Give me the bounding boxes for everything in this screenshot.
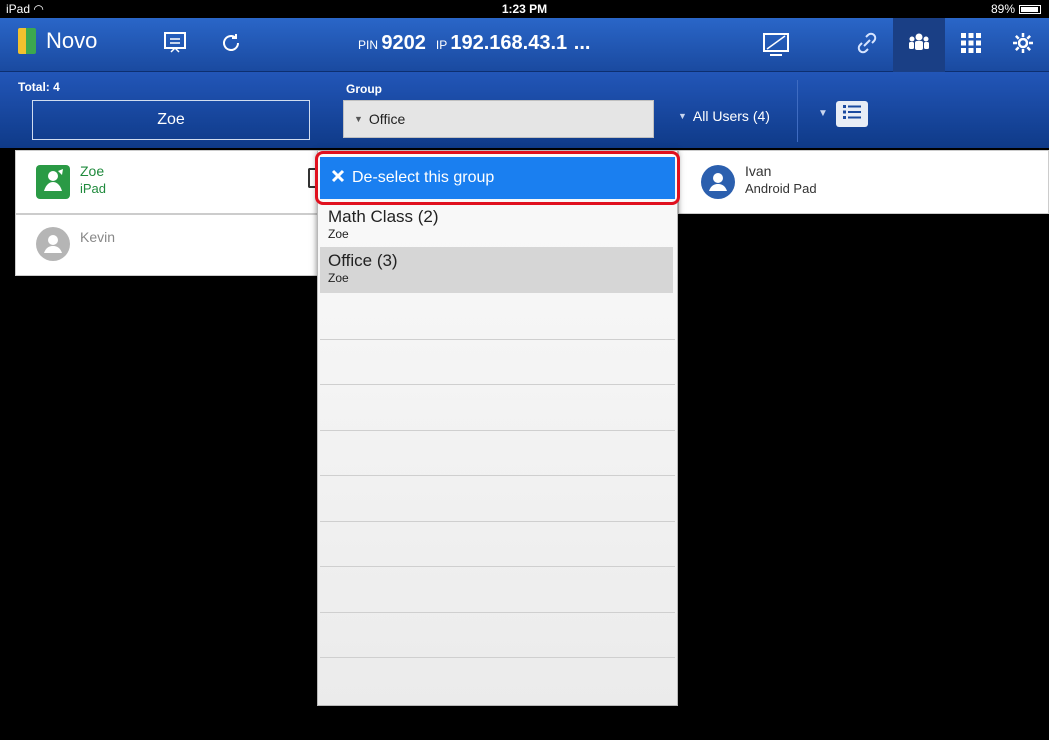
user-card-kevin[interactable]: Kevin (15, 214, 319, 276)
user-avatar-icon (701, 165, 735, 199)
list-separator (320, 475, 675, 476)
link-button[interactable] (841, 18, 893, 72)
list-separator (320, 566, 675, 567)
user-card-ivan[interactable]: Ivan Android Pad (678, 150, 1049, 214)
list-separator (320, 657, 675, 658)
list-separator (320, 612, 675, 613)
top-toolbar: Novo PIN 9202 IP 192.168.43.1 ... (0, 18, 1049, 72)
gear-icon (1011, 31, 1035, 60)
app-root: iPad ◠ 1:23 PM 89% Novo PIN 9202 IP 192.… (0, 0, 1049, 740)
caret-down-icon: ▼ (678, 111, 687, 121)
group-selected-value: Office (368, 111, 406, 127)
status-bar: iPad ◠ 1:23 PM 89% (0, 0, 1049, 18)
users-button[interactable] (893, 18, 945, 72)
list-separator (320, 430, 675, 431)
link-icon (855, 31, 879, 60)
list-icon (843, 104, 861, 124)
user-device: Android Pad (745, 181, 817, 196)
group-option-math-class[interactable]: Math Class (2) Zoe (320, 203, 673, 249)
group-dropdown[interactable]: ▼ Office (343, 100, 654, 138)
ip-value: 192.168.43.1 (450, 32, 568, 54)
grid-view-button[interactable] (945, 18, 997, 72)
clock: 1:23 PM (501, 2, 548, 16)
user-name: Zoe (80, 163, 105, 179)
group-dropdown-menu: De-select this group Math Class (2) Zoe … (315, 150, 680, 706)
app-name: Novo (46, 28, 98, 53)
total-count: Total: 4 (18, 80, 60, 94)
user-device: iPad (80, 181, 107, 196)
list-separator (320, 521, 675, 522)
all-users-filter[interactable]: ▼ All Users (4) (678, 108, 770, 124)
divider (797, 80, 798, 142)
battery-percent: 89% (990, 2, 1015, 16)
caret-down-icon: ▼ (354, 114, 363, 124)
user-card-zoe[interactable]: Zoe iPad (15, 150, 319, 214)
highlight-annotation (315, 151, 680, 205)
settings-button[interactable] (997, 18, 1049, 72)
user-name: Kevin (80, 229, 116, 245)
app-brand[interactable]: Novo (18, 28, 97, 54)
pin-value: 9202 (381, 32, 426, 54)
list-separator (320, 384, 675, 385)
connection-info: PIN 9202 IP 192.168.43.1 ... (358, 32, 591, 54)
user-name: Ivan (745, 163, 772, 179)
app-avatar-icon (36, 165, 70, 199)
list-view-button[interactable] (836, 101, 868, 127)
presentation-icon[interactable] (158, 28, 192, 58)
grid-icon (960, 32, 982, 59)
novo-logo-icon (18, 28, 36, 54)
group-label: Group (346, 82, 382, 96)
user-avatar-icon (36, 227, 70, 261)
current-user-field[interactable]: Zoe (32, 100, 310, 140)
group-option-office[interactable]: Office (3) Zoe (320, 247, 673, 293)
battery-icon (1019, 4, 1041, 14)
screen-share-button[interactable] (711, 18, 841, 72)
caret-down-icon[interactable]: ▼ (818, 108, 828, 119)
list-separator (320, 339, 675, 340)
refresh-icon[interactable] (214, 28, 248, 58)
users-icon (907, 31, 931, 60)
filter-bar: Total: 4 Zoe Group ▼ Office ▼ All Users … (0, 72, 1049, 148)
